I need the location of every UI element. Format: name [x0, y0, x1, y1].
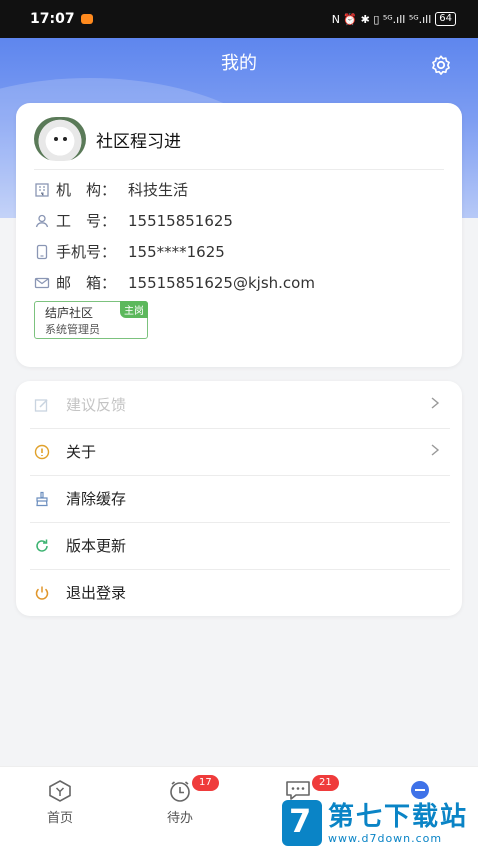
tab-label-home: 首页: [46, 811, 73, 826]
mail-icon: [34, 277, 50, 288]
info-value-email: 15515851625@kjsh.com: [128, 273, 315, 292]
info-label-org: 机 构：: [56, 181, 117, 199]
profile-card: 社区程习进 机 构： 科技生活 工 号： 15515851625 手机号： 15…: [16, 103, 462, 367]
menu-item-clear-cache[interactable]: 清除缓存: [34, 475, 450, 522]
clock-icon: [170, 781, 190, 802]
avatar[interactable]: [34, 117, 86, 161]
info-label-email: 邮 箱：: [56, 274, 117, 292]
info-value-org: 科技生活: [128, 181, 189, 199]
battery-icon: 64: [435, 12, 456, 26]
profile-divider: [34, 169, 444, 170]
info-row-phone: 手机号： 155****1625: [34, 241, 225, 262]
info-icon: [34, 444, 50, 459]
info-label-id: 工 号：: [56, 212, 117, 230]
menu-label-version-update: 版本更新: [66, 537, 127, 555]
menu-item-version-update[interactable]: 版本更新: [34, 522, 450, 569]
tab-todo[interactable]: 待办 17: [150, 775, 219, 826]
menu-label-about: 关于: [66, 443, 97, 461]
watermark-url: www.d7down.com: [328, 831, 443, 845]
status-time: 17:07: [30, 11, 75, 27]
community-role-tag[interactable]: 结庐社区 系统管理员 主岗: [34, 301, 148, 339]
watermark-logo-digit: 7: [289, 802, 312, 840]
home-icon: [49, 780, 71, 802]
menu-label-logout: 退出登录: [66, 584, 127, 602]
notification-app-icon: [80, 14, 93, 24]
status-bar: 17:07 N ⏰ ✱ ▯ ⁵ᴳ.ıll ⁵ᴳ.ıll 64: [0, 0, 478, 38]
page-title: 我的: [221, 53, 257, 74]
chevron-right-icon: [431, 397, 440, 409]
info-value-phone: 155****1625: [128, 242, 225, 261]
user-name: 社区程习进: [96, 132, 181, 152]
menu-item-feedback[interactable]: 建议反馈: [34, 381, 450, 428]
watermark-logo: 7 第七下载站 www.d7down.com: [282, 796, 478, 850]
menu-label-clear-cache: 清除缓存: [66, 490, 127, 508]
watermark-title: 第七下载站: [328, 801, 469, 832]
watermark-seven-icon: 7: [282, 800, 322, 846]
menu-card: 建议反馈 关于 清除缓存 版本更新 退出登录: [16, 381, 462, 616]
todo-count-badge: 17: [192, 775, 219, 791]
status-indicators: N ⏰ ✱ ▯ ⁵ᴳ.ıll ⁵ᴳ.ıll: [331, 12, 432, 26]
info-value-id: 15515851625: [128, 211, 233, 230]
info-row-email: 邮 箱： 15515851625@kjsh.com: [34, 272, 315, 293]
tab-label-todo: 待办: [166, 811, 193, 826]
tab-home[interactable]: 首页: [30, 779, 90, 826]
chevron-right-icon: [431, 444, 440, 456]
info-label-phone: 手机号：: [56, 243, 117, 261]
broom-icon: [36, 491, 48, 506]
user-icon: [35, 214, 49, 227]
info-row-org: 机 构： 科技生活: [34, 179, 188, 200]
settings-gear-icon[interactable]: [430, 54, 452, 76]
refresh-icon: [36, 539, 48, 552]
menu-item-about[interactable]: 关于: [34, 428, 450, 475]
info-row-id: 工 号： 15515851625: [34, 210, 233, 231]
menu-label-feedback: 建议反馈: [66, 396, 127, 414]
primary-post-badge: 主岗: [120, 301, 148, 318]
edit-icon: [34, 398, 48, 412]
menu-item-logout[interactable]: 退出登录: [34, 569, 450, 616]
tag-role: 系统管理员: [45, 323, 100, 336]
message-count-badge: 21: [312, 775, 339, 791]
phone-icon: [36, 244, 48, 259]
building-icon: [35, 182, 49, 197]
power-icon: [35, 586, 49, 600]
